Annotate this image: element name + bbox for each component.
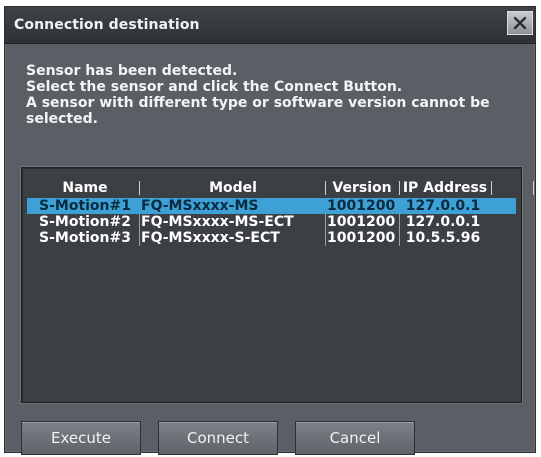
column-divider[interactable] (491, 181, 492, 195)
title-bar: Connection destination (5, 7, 535, 44)
cell-ip: 127.0.0.1 (405, 214, 481, 230)
table-header: Name Model Version IP Address (27, 178, 534, 198)
detection-message: Sensor has been detected. Select the sen… (26, 63, 516, 127)
cell-name: S-Motion#1 (39, 198, 131, 214)
close-icon (513, 16, 527, 30)
column-divider[interactable] (399, 181, 400, 195)
column-header-ip[interactable]: IP Address (401, 180, 489, 196)
cell-name: S-Motion#3 (39, 230, 131, 246)
message-line: Sensor has been detected. (26, 63, 238, 79)
column-header-model[interactable]: Model (141, 180, 325, 196)
column-divider[interactable] (139, 181, 140, 195)
cell-name: S-Motion#2 (39, 214, 131, 230)
connection-dialog: Connection destination Sensor has been d… (4, 6, 536, 455)
cell-ip: 127.0.0.1 (405, 198, 481, 214)
cancel-button[interactable]: Cancel (295, 421, 415, 455)
execute-button[interactable]: Execute (21, 421, 141, 455)
column-divider[interactable] (325, 181, 326, 195)
table-body: S-Motion#1 FQ-MSxxxx-MS 1001200 127.0.0.… (27, 198, 516, 246)
cell-model: FQ-MSxxxx-MS-ECT (141, 214, 294, 230)
dialog-title: Connection destination (14, 17, 200, 33)
connect-button[interactable]: Connect (158, 421, 278, 455)
table-row[interactable]: S-Motion#1 FQ-MSxxxx-MS 1001200 127.0.0.… (27, 198, 516, 214)
cell-ip: 10.5.5.96 (405, 230, 481, 246)
sensor-table: Name Model Version IP Address S-Motion#1… (21, 167, 534, 403)
close-button[interactable] (507, 11, 533, 35)
message-line: Select the sensor and click the Connect … (26, 79, 403, 95)
column-header-version[interactable]: Version (327, 180, 397, 196)
cell-version: 1001200 (327, 230, 396, 246)
column-header-name[interactable]: Name (33, 180, 137, 196)
cell-model: FQ-MSxxxx-MS (141, 198, 259, 214)
cell-version: 1001200 (327, 198, 396, 214)
message-line: A sensor with different type or software… (26, 95, 490, 111)
column-divider[interactable] (533, 181, 534, 195)
table-row[interactable]: S-Motion#3 FQ-MSxxxx-S-ECT 1001200 10.5.… (27, 230, 516, 246)
cell-model: FQ-MSxxxx-S-ECT (141, 230, 280, 246)
cell-version: 1001200 (327, 214, 396, 230)
message-line: selected. (26, 111, 98, 127)
table-row[interactable]: S-Motion#2 FQ-MSxxxx-MS-ECT 1001200 127.… (27, 214, 516, 230)
